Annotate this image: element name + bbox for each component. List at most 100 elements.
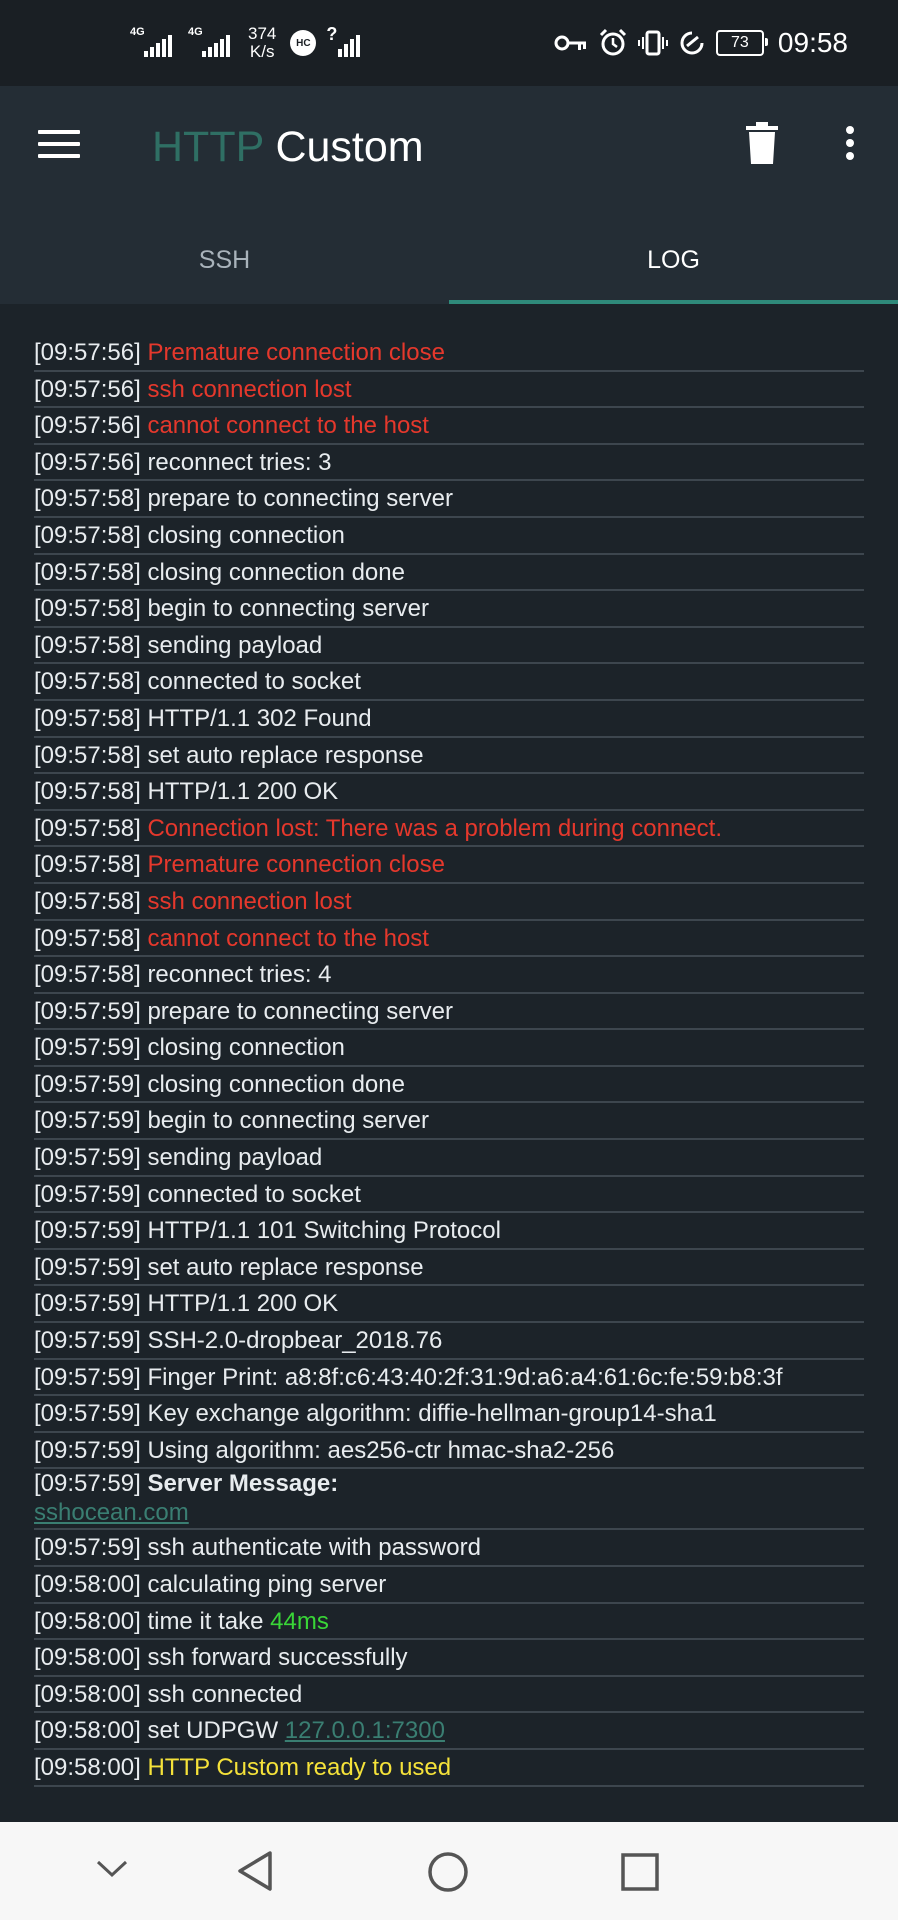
log-message: HTTP/1.1 101 Switching Protocol bbox=[147, 1217, 501, 1245]
log-message: Using algorithm: aes256-ctr hmac-sha2-25… bbox=[147, 1436, 615, 1464]
log-line: [09:57:56] cannot connect to the host bbox=[34, 408, 864, 445]
log-line: [09:57:58] cannot connect to the host bbox=[34, 921, 864, 958]
log-list[interactable]: [09:57:56] Premature connection close [09… bbox=[34, 335, 864, 1787]
log-message: time it take bbox=[147, 1607, 264, 1635]
log-message: Server Message: bbox=[147, 1470, 339, 1498]
log-timestamp: [09:58:00] bbox=[34, 1717, 141, 1745]
log-timestamp: [09:57:58] bbox=[34, 924, 141, 952]
log-timestamp: [09:57:59] bbox=[34, 1144, 141, 1172]
log-timestamp: [09:57:59] bbox=[34, 1534, 141, 1562]
log-message: HTTP/1.1 200 OK bbox=[147, 1290, 339, 1318]
log-line: [09:57:56] reconnect tries: 3 bbox=[34, 445, 864, 482]
log-message: connected to socket bbox=[147, 1180, 361, 1208]
log-timestamp: [09:57:59] bbox=[34, 1327, 141, 1355]
log-line: [09:57:56] ssh connection lost bbox=[34, 372, 864, 409]
more-vert-icon bbox=[840, 126, 860, 160]
log-timestamp: [09:58:00] bbox=[34, 1644, 141, 1672]
log-line: [09:57:59] set auto replace response bbox=[34, 1250, 864, 1287]
log-message: prepare to connecting server bbox=[147, 485, 453, 513]
udpgw-link[interactable]: 127.0.0.1:7300 bbox=[285, 1717, 445, 1744]
log-message: closing connection bbox=[147, 1034, 345, 1062]
tab-indicator bbox=[449, 300, 898, 304]
log-line: [09:57:59] connected to socket bbox=[34, 1177, 864, 1214]
log-line: [09:58:00] set UDPGW 127.0.0.1:7300 bbox=[34, 1713, 864, 1750]
log-timestamp: [09:57:58] bbox=[34, 521, 141, 549]
log-message: reconnect tries: 3 bbox=[147, 448, 332, 476]
log-message: Finger Print: a8:8f:c6:43:40:2f:31:9d:a6… bbox=[147, 1363, 783, 1391]
log-line: [09:57:58] reconnect tries: 4 bbox=[34, 957, 864, 994]
log-message: closing connection done bbox=[147, 1070, 405, 1098]
log-timestamp: [09:57:59] bbox=[34, 997, 141, 1025]
log-line: [09:57:59] begin to connecting server bbox=[34, 1103, 864, 1141]
log-message: begin to connecting server bbox=[147, 595, 429, 623]
log-message: ssh connection lost bbox=[147, 887, 352, 915]
clear-log-button[interactable] bbox=[746, 122, 778, 164]
log-message: Premature connection close bbox=[147, 851, 445, 879]
log-timestamp: [09:57:58] bbox=[34, 887, 141, 915]
log-message: begin to connecting server bbox=[147, 1107, 429, 1135]
log-line: [09:57:58] Connection lost: There was a … bbox=[34, 811, 864, 848]
log-timestamp: [09:57:56] bbox=[34, 375, 141, 403]
log-timestamp: [09:57:59] bbox=[34, 1217, 141, 1245]
log-line: [09:57:59] HTTP/1.1 200 OK bbox=[34, 1286, 864, 1324]
log-line: [09:58:00] HTTP Custom ready to used bbox=[34, 1750, 864, 1787]
log-line: [09:57:58] begin to connecting server bbox=[34, 591, 864, 628]
log-line: [09:58:00] ssh connected bbox=[34, 1677, 864, 1714]
server-message-link[interactable]: sshocean.com bbox=[34, 1498, 864, 1527]
log-line: [09:57:59] closing connection done bbox=[34, 1067, 864, 1104]
recents-icon[interactable] bbox=[620, 1852, 660, 1892]
log-line: [09:57:59] prepare to connecting server bbox=[34, 994, 864, 1031]
menu-icon bbox=[38, 130, 80, 134]
log-line: [09:57:56] Premature connection close bbox=[34, 335, 864, 372]
log-message: set auto replace response bbox=[147, 1253, 424, 1281]
tab-ssh[interactable]: SSH bbox=[0, 216, 449, 304]
log-message: closing connection bbox=[147, 521, 345, 549]
log-timestamp: [09:57:58] bbox=[34, 595, 141, 623]
back-icon[interactable] bbox=[236, 1850, 276, 1892]
log-message: set UDPGW bbox=[147, 1717, 279, 1745]
log-line: [09:58:00] ssh forward successfully bbox=[34, 1640, 864, 1677]
log-line: [09:57:58] HTTP/1.1 200 OK bbox=[34, 774, 864, 811]
log-timestamp: [09:58:00] bbox=[34, 1753, 141, 1781]
log-line: [09:57:59] closing connection bbox=[34, 1030, 864, 1067]
log-timestamp: [09:57:56] bbox=[34, 448, 141, 476]
log-line: [09:57:59] Finger Print: a8:8f:c6:43:40:… bbox=[34, 1360, 864, 1397]
log-timestamp: [09:58:00] bbox=[34, 1680, 141, 1708]
log-line: [09:57:58] closing connection done bbox=[34, 555, 864, 592]
log-line: [09:57:59] SSH-2.0-dropbear_2018.76 bbox=[34, 1323, 864, 1360]
log-message: cannot connect to the host bbox=[147, 924, 429, 952]
log-line: [09:57:58] connected to socket bbox=[34, 664, 864, 701]
menu-button[interactable] bbox=[38, 130, 80, 162]
menu-icon-line bbox=[38, 142, 80, 146]
log-line: [09:57:58] ssh connection lost bbox=[34, 884, 864, 921]
log-timestamp: [09:57:58] bbox=[34, 668, 141, 696]
app-title-http: HTTP bbox=[152, 123, 264, 171]
log-timestamp: [09:57:59] bbox=[34, 1034, 141, 1062]
log-message: Key exchange algorithm: diffie-hellman-g… bbox=[147, 1400, 717, 1428]
more-options-button[interactable] bbox=[840, 126, 860, 166]
hide-keyboard-icon[interactable] bbox=[95, 1858, 129, 1880]
log-message: Premature connection close bbox=[147, 339, 445, 366]
log-message: HTTP/1.1 302 Found bbox=[147, 704, 372, 732]
log-line: [09:57:59] Server Message: sshocean.com bbox=[34, 1469, 864, 1531]
log-timestamp: [09:57:56] bbox=[34, 339, 141, 366]
log-timestamp: [09:58:00] bbox=[34, 1571, 141, 1598]
app-bar: HTTP Custom SSH LOG bbox=[0, 0, 898, 304]
tab-bar: SSH LOG bbox=[0, 216, 898, 304]
log-line: [09:57:58] set auto replace response bbox=[34, 738, 864, 775]
log-timestamp: [09:57:59] bbox=[34, 1470, 141, 1498]
navigation-bar bbox=[0, 1822, 898, 1920]
tab-log[interactable]: LOG bbox=[449, 216, 898, 304]
log-timestamp: [09:58:00] bbox=[34, 1607, 141, 1635]
log-message: SSH-2.0-dropbear_2018.76 bbox=[147, 1327, 443, 1355]
log-message: sending payload bbox=[147, 631, 323, 659]
log-message: ssh connection lost bbox=[147, 375, 352, 403]
log-timestamp: [09:57:58] bbox=[34, 778, 141, 806]
log-timestamp: [09:57:58] bbox=[34, 558, 141, 586]
app-title: HTTP Custom bbox=[152, 120, 424, 174]
log-message: closing connection done bbox=[147, 558, 405, 586]
menu-icon-line bbox=[38, 154, 80, 158]
log-line: [09:57:58] HTTP/1.1 302 Found bbox=[34, 701, 864, 738]
log-line: [09:57:58] sending payload bbox=[34, 628, 864, 665]
home-icon[interactable] bbox=[427, 1851, 469, 1893]
